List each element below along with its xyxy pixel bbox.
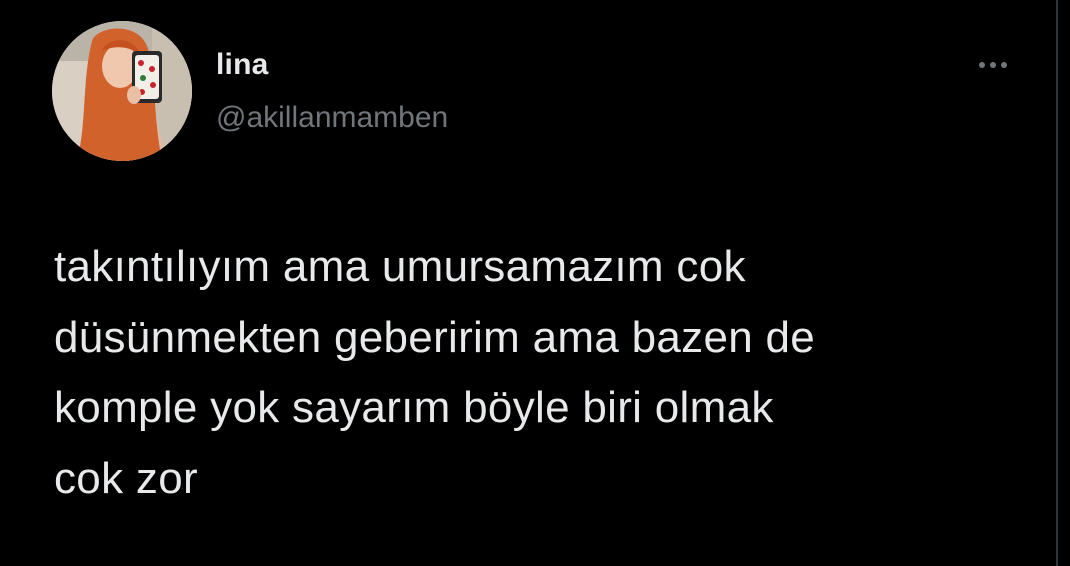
tweet-text: takıntılıyım ama umursamazım cok düsünme…: [54, 242, 816, 503]
more-horizontal-icon-dot: [990, 62, 996, 68]
avatar[interactable]: [52, 21, 192, 161]
author-display-name[interactable]: lina: [216, 48, 268, 82]
more-options-button[interactable]: [970, 52, 1016, 78]
author-handle[interactable]: @akillanmamben: [216, 101, 448, 135]
tweet-card: lina @akillanmamben takıntılıyım ama umu…: [0, 0, 1056, 566]
window-edge: [1056, 0, 1070, 566]
profile-photo-icon: [52, 21, 192, 161]
more-horizontal-icon: [979, 62, 985, 68]
more-horizontal-icon-dot: [1001, 62, 1007, 68]
